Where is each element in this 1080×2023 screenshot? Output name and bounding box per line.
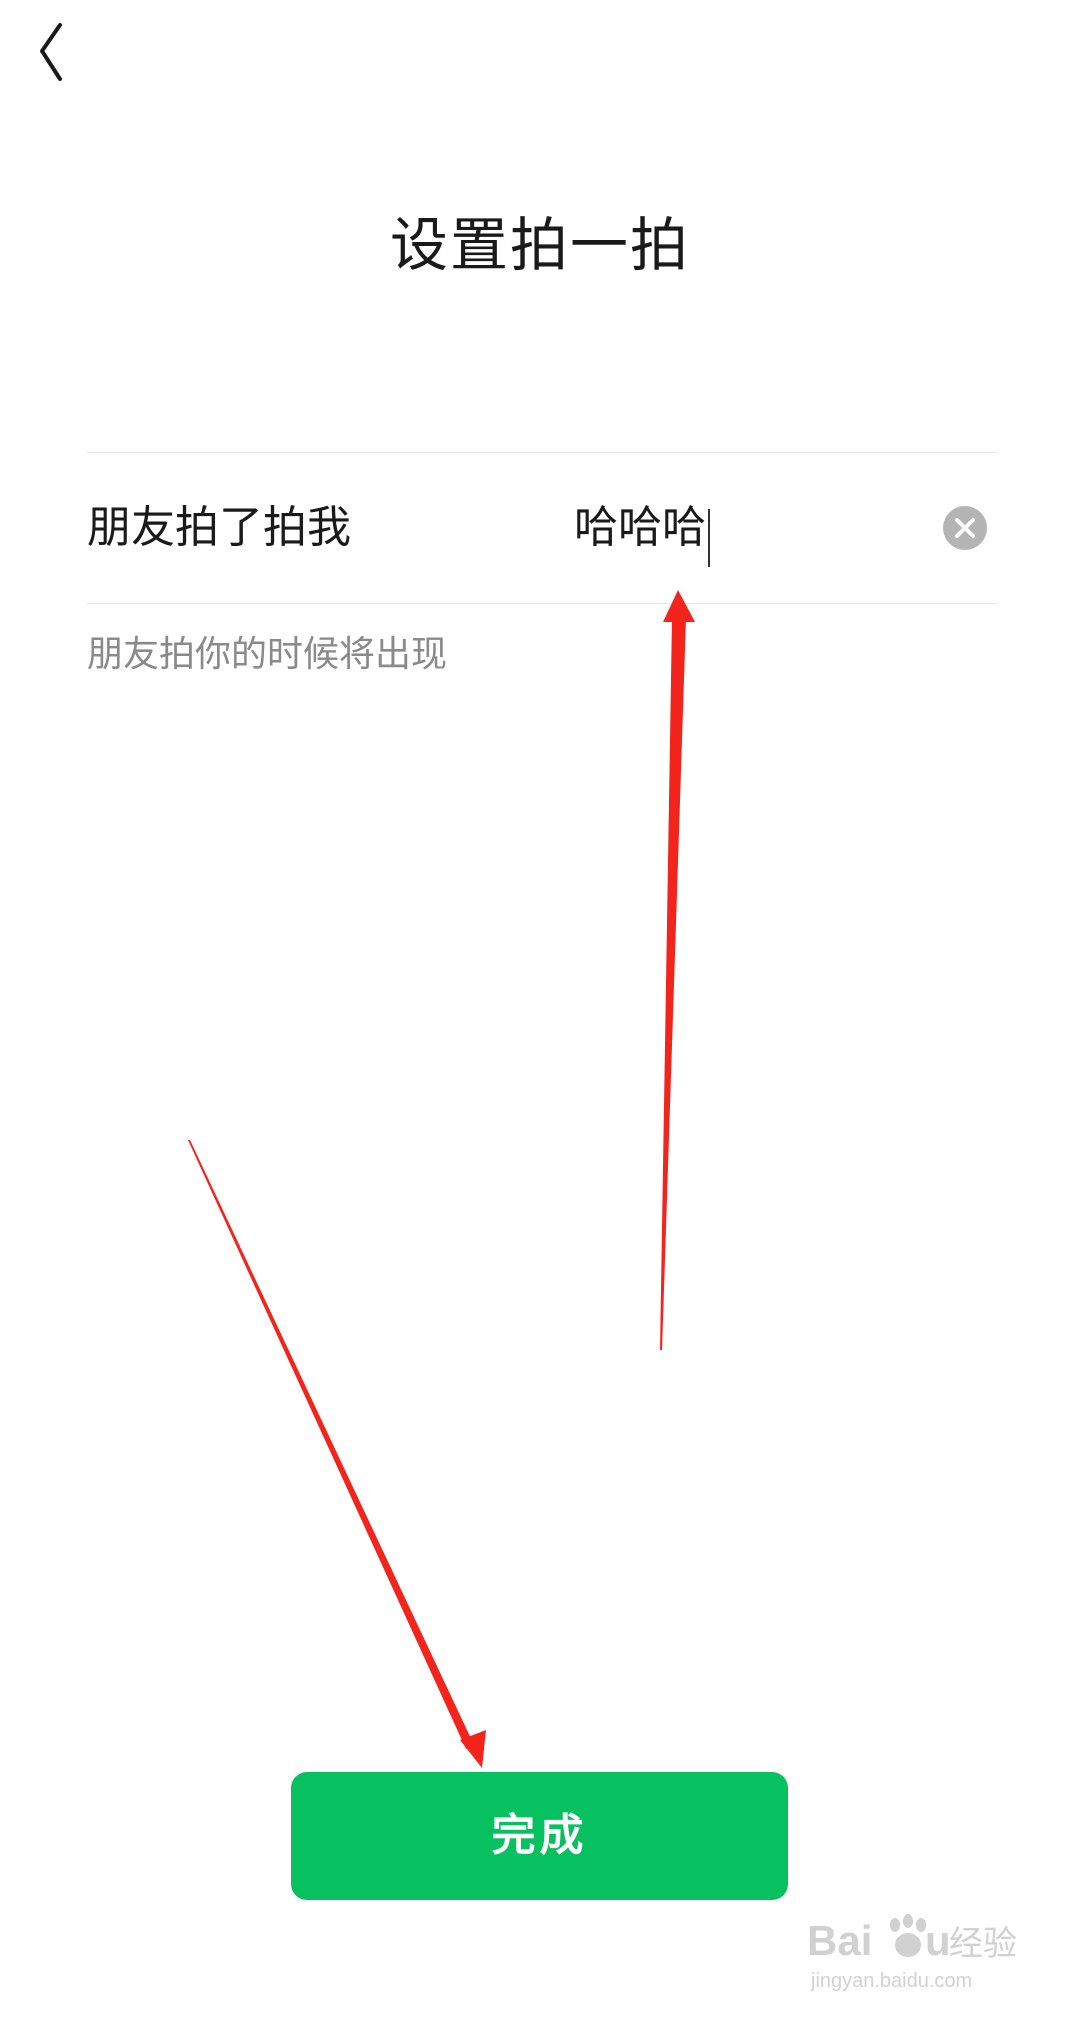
clear-circle-icon <box>955 518 975 538</box>
annotation-arrows <box>188 590 695 1768</box>
pat-setting-row: 朋友拍了拍我 哈哈哈 <box>87 453 997 603</box>
page-title: 设置拍一拍 <box>389 211 690 279</box>
pat-suffix-input-value[interactable]: 哈哈哈 <box>574 491 706 565</box>
chevron-left-icon <box>40 23 62 81</box>
clear-input-button[interactable] <box>943 506 987 550</box>
svg-text:u: u <box>925 1917 951 1964</box>
annotation-arrowhead-down <box>460 1730 486 1768</box>
annotation-arrow-up <box>660 618 686 1350</box>
screen: 设置拍一拍 朋友拍了拍我 哈哈哈 朋友拍你的时候将出现 完成 Bai u 经验 … <box>0 0 1080 2023</box>
baidu-jingyan-watermark: Bai u 经验 jingyan.baidu.com <box>807 1907 1022 1993</box>
svg-text:jingyan.baidu.com: jingyan.baidu.com <box>810 1970 972 1992</box>
svg-text:Bai: Bai <box>807 1917 872 1964</box>
pat-suffix-input[interactable]: 哈哈哈 <box>574 491 904 567</box>
helper-text: 朋友拍你的时候将出现 <box>87 634 448 675</box>
back-button[interactable] <box>28 18 88 90</box>
pat-setting-label: 朋友拍了拍我 <box>87 502 351 553</box>
divider <box>87 603 997 604</box>
svg-text:经验: 经验 <box>949 1924 1017 1964</box>
done-button[interactable]: 完成 <box>291 1772 788 1900</box>
annotation-arrow-down <box>188 1140 474 1749</box>
text-caret <box>708 508 710 567</box>
